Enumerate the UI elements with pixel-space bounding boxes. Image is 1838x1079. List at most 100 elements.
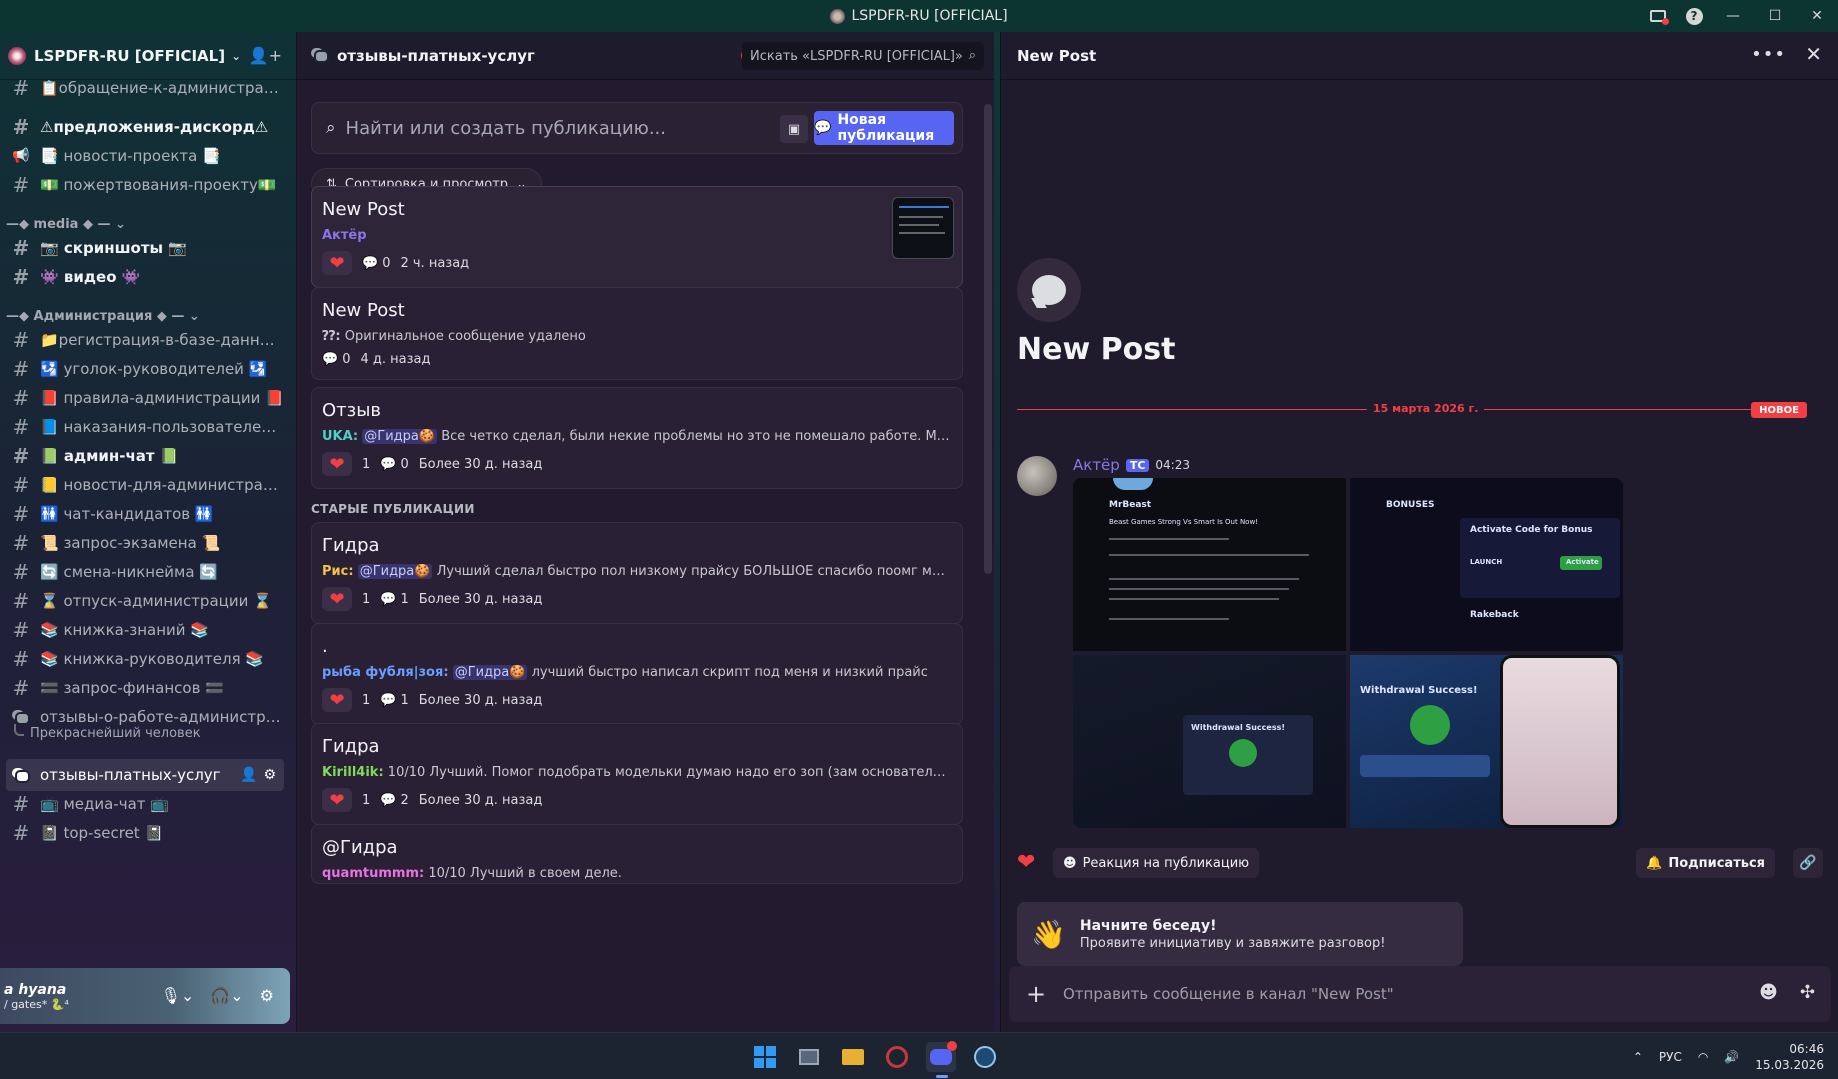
- headphones-icon[interactable]: 🎧⌄: [210, 986, 243, 1005]
- image-upload-icon[interactable]: ▣: [780, 115, 808, 143]
- author-avatar[interactable]: [1017, 456, 1057, 496]
- start-button[interactable]: [750, 1042, 780, 1072]
- sidebar-item[interactable]: # 🛂 уголок-руководителей 🛂: [6, 353, 284, 385]
- volume-icon[interactable]: 🔊: [1724, 1050, 1739, 1064]
- user-panel: a hyana / gates* 🐍⁴ 🎙⌄ 🎧⌄ ⚙: [0, 968, 290, 1024]
- gallery-image-2[interactable]: BONUSES Activate Code for Bonus LAUNCH A…: [1350, 478, 1623, 651]
- reply-bubble-icon: 💬: [380, 591, 397, 607]
- chat-bubble-icon: 💬: [814, 120, 832, 136]
- sidebar-item[interactable]: # 📚 книжка-знаний 📚: [6, 614, 284, 646]
- sidebar-item[interactable]: # 📓 top-secret 📓: [6, 817, 284, 849]
- sidebar-item[interactable]: # 🟰 запрос-финансов 🟰: [6, 672, 284, 704]
- message-author[interactable]: Актёр: [1073, 456, 1120, 474]
- sidebar-item[interactable]: # 📁регистрация-в-базе-данны...: [6, 324, 284, 356]
- post-preview-line: UKA: @Гидра🍪 Все четко сделал, были неки…: [322, 429, 952, 444]
- new-post-button[interactable]: 💬 Новая публикация: [814, 111, 954, 145]
- sidebar-item[interactable]: # 🚻 чат-кандидатов 🚻: [6, 498, 284, 530]
- app-button[interactable]: [882, 1042, 912, 1072]
- add-reaction-button[interactable]: ☻ Реакция на публикацию: [1053, 848, 1260, 878]
- task-view-button[interactable]: [794, 1042, 824, 1072]
- post-thumbnail[interactable]: [892, 197, 954, 259]
- phone-image: [1500, 655, 1620, 828]
- help-icon[interactable]: ?: [1684, 6, 1704, 26]
- sidebar-item[interactable]: # 📚 книжка-руководителя 📚: [6, 643, 284, 675]
- sidebar-item[interactable]: # 📗 админ-чат 📗: [6, 440, 284, 472]
- steam-app-button[interactable]: [970, 1042, 1000, 1072]
- gallery-image-3[interactable]: Withdrawal Success!: [1073, 655, 1346, 828]
- invite-icon[interactable]: 👤: [240, 767, 257, 783]
- channel-settings-icon[interactable]: ⚙: [263, 767, 276, 783]
- sidebar-item[interactable]: отзывы-о-работе-администра...: [6, 701, 284, 733]
- sidebar-item[interactable]: # 📒 новости-для-администраци...: [6, 469, 284, 501]
- sidebar-item[interactable]: # 📋обращение-к-администраци...: [6, 80, 284, 104]
- language-indicator[interactable]: РУС: [1659, 1050, 1682, 1064]
- message-composer[interactable]: + Отправить сообщение в канал "New Post"…: [1009, 966, 1831, 1022]
- sidebar-item[interactable]: # 👾 видео 👾: [6, 261, 284, 293]
- post-card[interactable]: Гидра Рис: @Гидра🍪 Лучший сделал быстро п…: [311, 522, 963, 624]
- tray-expand-icon[interactable]: ⌃: [1633, 1050, 1643, 1064]
- folder-icon: [842, 1048, 864, 1065]
- screen-share-icon[interactable]: [1648, 6, 1669, 26]
- sidebar-item[interactable]: # 📘 наказания-пользователей 📘: [6, 411, 284, 443]
- sidebar-item-label: 🟰 запрос-финансов 🟰: [40, 679, 224, 697]
- heart-reaction-icon[interactable]: ❤: [322, 452, 352, 476]
- post-card[interactable]: @Гидра quamtummm: 10/10 Лучший в своем де…: [311, 824, 963, 884]
- server-tag[interactable]: TC: [1125, 458, 1150, 472]
- post-card[interactable]: . рыба фубля|зоя: @Гидра🍪 лучший быстро н…: [311, 623, 963, 725]
- gallery-image-1[interactable]: MrBeast Beast Games Strong Vs Smart Is O…: [1073, 478, 1346, 651]
- heart-reaction-icon[interactable]: ❤: [322, 688, 352, 712]
- emoji-picker-icon[interactable]: ☻: [1759, 982, 1778, 1003]
- category-media[interactable]: —◆ media ◆ — ⌄: [6, 217, 126, 232]
- file-explorer-button[interactable]: [838, 1042, 868, 1072]
- minimize-button[interactable]: —: [1712, 0, 1754, 32]
- close-icon[interactable]: ✕: [1805, 42, 1822, 66]
- discord-app-button[interactable]: [926, 1040, 957, 1078]
- sidebar-item[interactable]: # 🔄 смена-никнейма 🔄: [6, 556, 284, 588]
- sidebar-item[interactable]: # 📜 запрос-экзамена 📜: [6, 527, 284, 559]
- add-attachment-icon[interactable]: +: [1025, 980, 1047, 1008]
- apps-icon[interactable]: ✣: [1800, 982, 1815, 1003]
- sidebar-item[interactable]: # ⚠предложения-дискорд⚠: [6, 111, 284, 143]
- close-window-button[interactable]: ✕: [1796, 0, 1838, 32]
- reply-count-value: 0: [400, 456, 409, 472]
- microphone-icon[interactable]: 🎙⌄: [161, 986, 195, 1005]
- server-header[interactable]: LSPDFR-RU [OFFICIAL] ⌄ 👤+: [0, 32, 296, 80]
- channel-sidebar: LSPDFR-RU [OFFICIAL] ⌄ 👤+ —◆ media ◆ — ⌄…: [0, 32, 296, 1032]
- user-mention[interactable]: @Гидра🍪: [362, 429, 438, 444]
- post-preview-line: Kirill4ik: 10/10 Лучший. Помог подобрать…: [322, 765, 952, 780]
- heart-reaction-icon[interactable]: ❤: [1017, 850, 1035, 875]
- subscribe-button[interactable]: 🔔 Подписаться: [1636, 848, 1775, 878]
- user-mention[interactable]: @Гидра🍪: [452, 665, 528, 680]
- sidebar-item[interactable]: # ⌛ отпуск-администрации ⌛: [6, 585, 284, 617]
- category-administration[interactable]: —◆ Администрация ◆ — ⌄: [6, 309, 200, 324]
- heart-reaction-icon[interactable]: ❤: [322, 788, 352, 812]
- clock[interactable]: 06:46 15.03.2026: [1755, 1041, 1824, 1073]
- heart-reaction-icon[interactable]: ❤: [322, 251, 352, 275]
- gallery-image-4[interactable]: Withdrawal Success!: [1350, 655, 1623, 828]
- heart-reaction-icon[interactable]: ❤: [322, 587, 352, 611]
- copy-link-icon[interactable]: 🔗: [1793, 848, 1823, 878]
- sidebar-item[interactable]: # 📺 медиа-чат 📺: [6, 788, 284, 820]
- sidebar-item[interactable]: # 📕 правила-администрации 📕: [6, 382, 284, 414]
- server-search-input[interactable]: Искать «LSPDFR-RU [OFFICIAL]» ⌕: [742, 42, 984, 70]
- user-info[interactable]: a hyana / gates* 🐍⁴: [4, 982, 69, 1011]
- forum-scrollbar[interactable]: [984, 104, 992, 574]
- wifi-icon[interactable]: ◠: [1698, 1050, 1708, 1064]
- post-card[interactable]: New Post ⁇: Оригинальное сообщение удален…: [311, 287, 963, 380]
- maximize-button[interactable]: ☐: [1754, 0, 1796, 32]
- sidebar-item[interactable]: 📢 📑 новости-проекта 📑: [6, 140, 284, 172]
- more-options-icon[interactable]: •••: [1751, 44, 1786, 65]
- reply-bubble-icon: 💬: [380, 456, 397, 472]
- post-search-input[interactable]: ⌕ Найти или создать публикацию... ▣ 💬 Но…: [311, 102, 963, 154]
- post-card[interactable]: Гидра Kirill4ik: 10/10 Лучший. Помог подо…: [311, 723, 963, 825]
- invite-user-icon[interactable]: 👤+: [249, 46, 282, 65]
- hash-icon: #: [12, 236, 30, 260]
- server-name: LSPDFR-RU [OFFICIAL]: [34, 46, 226, 65]
- post-card[interactable]: New Post Актёр ❤ 💬 0 2 ч. назад: [311, 186, 963, 288]
- sidebar-item[interactable]: # 📷 скриншоты 📷: [6, 232, 284, 264]
- sidebar-item[interactable]: # 💵 пожертвования-проекту💵: [6, 169, 284, 201]
- user-mention[interactable]: @Гидра🍪: [357, 564, 433, 579]
- post-card[interactable]: Отзыв UKA: @Гидра🍪 Все четко сделал, были…: [311, 387, 963, 489]
- settings-gear-icon[interactable]: ⚙: [260, 986, 274, 1005]
- sidebar-item-active[interactable]: отзывы-платных-услуг 👤 ⚙: [6, 759, 284, 791]
